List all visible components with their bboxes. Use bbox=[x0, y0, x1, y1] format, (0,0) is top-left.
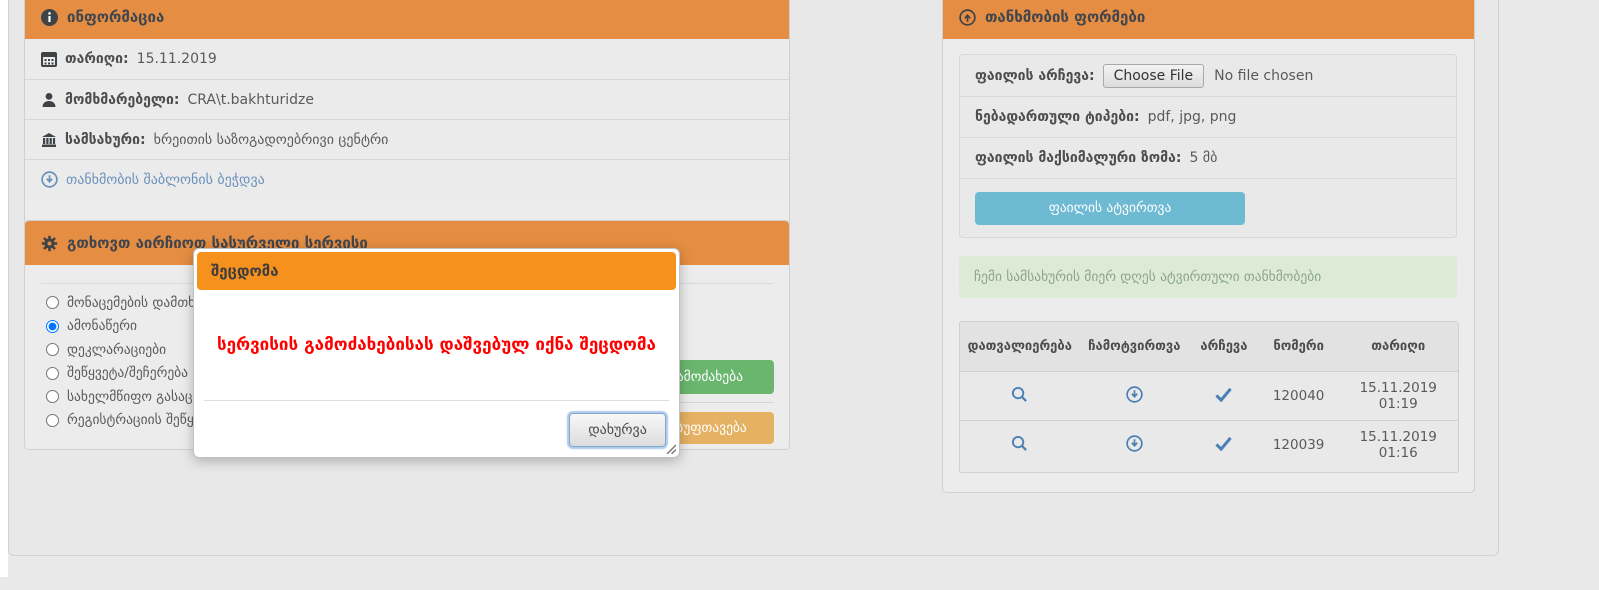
upload-circle-icon bbox=[959, 9, 976, 26]
search-icon[interactable] bbox=[1011, 386, 1028, 403]
info-circle-icon bbox=[41, 9, 58, 26]
error-dialog-titlebar[interactable]: შეცდომა bbox=[197, 252, 676, 290]
download-circle-icon bbox=[41, 171, 58, 188]
office-value: ხრეითის საზოგადოებრივი ცენტრი bbox=[154, 132, 389, 148]
max-size-label: ფაილის მაქსიმალური ზომა: bbox=[975, 150, 1181, 166]
info-row-user: მომხმარებელი: CRA\t.bakhturidze bbox=[25, 79, 789, 119]
service-option-radio[interactable] bbox=[46, 320, 59, 333]
user-label: მომხმარებელი: bbox=[65, 92, 179, 108]
user-icon bbox=[41, 92, 57, 108]
service-option-label: ამონაწერი bbox=[67, 318, 137, 334]
date-value: 15.11.2019 bbox=[137, 51, 217, 67]
upload-button-row: ფაილის ატვირთვა bbox=[960, 178, 1456, 237]
consent-date: 15.11.2019 01:16 bbox=[1338, 421, 1458, 470]
error-dialog-title: შეცდომა bbox=[211, 262, 279, 280]
consents-table-box: დათვალიერება ჩამოტვირთვა არჩევა ნომერი თ… bbox=[959, 321, 1459, 473]
download-circle-icon[interactable] bbox=[1126, 386, 1143, 403]
info-panel-title: ინფორმაცია bbox=[67, 0, 164, 39]
upload-form-box: ფაილის არჩევა: Choose File No file chose… bbox=[959, 54, 1457, 238]
today-uploads-notice: ჩემი სამსახურის მიერ დღეს ატვირთული თანხ… bbox=[959, 256, 1457, 298]
col-date: თარიღი bbox=[1338, 322, 1458, 372]
service-option-radio[interactable] bbox=[46, 390, 59, 403]
date-label: თარიღი: bbox=[65, 51, 129, 67]
service-option-label: დეკლარაციები bbox=[67, 342, 166, 358]
calendar-icon bbox=[41, 51, 57, 67]
window-left-margin bbox=[0, 0, 8, 577]
download-circle-icon[interactable] bbox=[1126, 435, 1143, 452]
close-dialog-button[interactable]: დახურვა bbox=[569, 413, 666, 447]
service-option-radio[interactable] bbox=[46, 296, 59, 309]
info-panel-header: ინფორმაცია bbox=[25, 0, 789, 39]
col-select: არჩევა bbox=[1189, 322, 1259, 372]
allowed-types-value: pdf, jpg, png bbox=[1148, 109, 1237, 125]
user-value: CRA\t.bakhturidze bbox=[187, 92, 313, 108]
allowed-types-row: ნებადართული ტიპები: pdf, jpg, png bbox=[960, 96, 1456, 137]
max-size-row: ფაილის მაქსიმალური ზომა: 5 მბ bbox=[960, 137, 1456, 178]
consent-forms-header: თანხმობის ფორმები bbox=[943, 0, 1474, 39]
consent-forms-title: თანხმობის ფორმები bbox=[985, 0, 1145, 39]
info-row-office: სამსახური: ხრეითის საზოგადოებრივი ცენტრი bbox=[25, 119, 789, 159]
file-select-label: ფაილის არჩევა: bbox=[975, 68, 1095, 84]
info-panel: ინფორმაცია თარიღი: 15.11.2019 მომხმარებე… bbox=[24, 0, 790, 238]
col-download: ჩამოტვირთვა bbox=[1080, 322, 1190, 372]
consent-forms-panel: თანხმობის ფორმები ფაილის არჩევა: Choose … bbox=[942, 0, 1475, 493]
check-icon[interactable] bbox=[1215, 387, 1232, 402]
info-row-date: თარიღი: 15.11.2019 bbox=[25, 39, 789, 79]
service-option-radio[interactable] bbox=[46, 343, 59, 356]
search-icon[interactable] bbox=[1011, 435, 1028, 452]
print-template-link-label: თანხმობის შაბლონის ბეჭდვა bbox=[66, 172, 265, 188]
error-dialog-body: სერვისის გამოძახებისას დაშვებულ იქნა შეც… bbox=[197, 290, 676, 400]
print-template-link[interactable]: თანხმობის შაბლონის ბეჭდვა bbox=[41, 171, 265, 188]
consent-number: 120040 bbox=[1259, 372, 1339, 421]
error-dialog: შეცდომა სერვისის გამოძახებისას დაშვებულ … bbox=[193, 248, 680, 458]
resize-grip-icon[interactable] bbox=[665, 443, 676, 454]
bank-icon bbox=[41, 132, 57, 148]
table-header-row: დათვალიერება ჩამოტვირთვა არჩევა ნომერი თ… bbox=[960, 322, 1458, 372]
col-number: ნომერი bbox=[1259, 322, 1339, 372]
service-option-radio[interactable] bbox=[46, 414, 59, 427]
gear-icon bbox=[41, 235, 58, 252]
choose-file-button[interactable]: Choose File bbox=[1103, 64, 1205, 88]
page: ინფორმაცია თარიღი: 15.11.2019 მომხმარებე… bbox=[0, 0, 1599, 590]
file-select-row: ფაილის არჩევა: Choose File No file chose… bbox=[960, 55, 1456, 96]
col-view: დათვალიერება bbox=[960, 322, 1080, 372]
service-option-radio[interactable] bbox=[46, 367, 59, 380]
service-option-label: შეწყვეტა/შეჩერება bbox=[67, 365, 188, 381]
no-file-chosen-text: No file chosen bbox=[1214, 68, 1313, 84]
office-label: სამსახური: bbox=[65, 132, 146, 148]
consents-table: დათვალიერება ჩამოტვირთვა არჩევა ნომერი თ… bbox=[960, 322, 1458, 469]
error-dialog-footer: დახურვა bbox=[204, 400, 669, 447]
max-size-value: 5 მბ bbox=[1189, 150, 1217, 166]
table-row: 120039 15.11.2019 01:16 bbox=[960, 421, 1458, 470]
table-row: 120040 15.11.2019 01:19 bbox=[960, 372, 1458, 421]
error-message: სერვისის გამოძახებისას დაშვებულ იქნა შეც… bbox=[217, 335, 656, 355]
upload-file-button[interactable]: ფაილის ატვირთვა bbox=[975, 192, 1245, 225]
consent-number: 120039 bbox=[1259, 421, 1339, 470]
consent-date: 15.11.2019 01:19 bbox=[1338, 372, 1458, 421]
allowed-types-label: ნებადართული ტიპები: bbox=[975, 109, 1140, 125]
info-row-print-link: თანხმობის შაბლონის ბეჭდვა bbox=[25, 159, 789, 199]
check-icon[interactable] bbox=[1215, 436, 1232, 451]
